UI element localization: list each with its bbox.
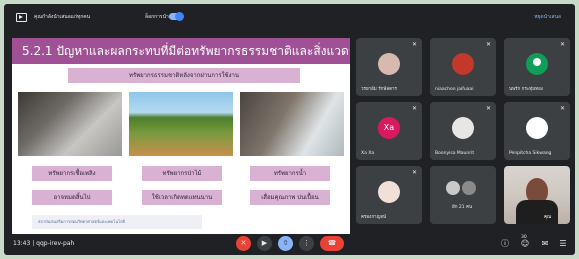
resource-label: ทรัพยากรป่าไม้ <box>142 166 222 181</box>
mic-off-icon[interactable]: ✕ <box>236 236 251 251</box>
slide-footer: สถาบันส่งเสริมการสอนวิทยาศาสตร์และเทคโนโ… <box>32 215 202 229</box>
lock-presentation-toggle[interactable] <box>169 12 184 21</box>
mic-off-icon: ✕ <box>486 41 492 48</box>
participant-tile[interactable]: ✕ นพรัก กระทุ่มทอง <box>504 38 570 96</box>
stop-presenting-button[interactable]: หยุดนำเสนอ <box>534 13 561 21</box>
present-icon[interactable]: ⇧ <box>278 236 293 251</box>
slide-title: 5.2.1 ปัญหาและผลกระทบที่มีต่อทรัพยากรธรร… <box>12 38 350 64</box>
presenting-label: คุณกำลังนำเสนอแก่ทุกคน <box>34 14 91 20</box>
call-controls-bar: 13:43 | qqp-irev-pah ✕ ▶ ⇧ ⋮ ☎ ⓘ 30 ☺ ✉ … <box>4 232 575 255</box>
participant-name: Penpitcha Sikwang <box>509 151 552 156</box>
mic-off-icon: ✕ <box>412 41 418 48</box>
avatar <box>452 117 474 139</box>
mic-off-icon: ✕ <box>560 41 566 48</box>
car-exhaust-photo <box>18 92 122 156</box>
camera-icon[interactable]: ▶ <box>257 236 272 251</box>
participant-name: Boonyisa Maunrit <box>435 151 475 156</box>
avatar: Xa <box>378 117 400 139</box>
avatar <box>452 53 474 75</box>
polluted-water-photo <box>240 92 344 156</box>
participant-name: Xa Xa <box>361 151 375 156</box>
self-video-body <box>516 200 558 224</box>
participant-name: วรยาอ้ม รักษ์ลดาร <box>361 87 397 92</box>
resource-effect: อาจหมดสิ้นไป <box>32 190 112 205</box>
deforested-hill-photo <box>129 92 233 156</box>
participant-tile[interactable]: ✕ niaachon jaifuaai <box>430 38 496 96</box>
avatar <box>462 181 476 195</box>
participant-name: ครองกาญจน์ <box>361 215 387 220</box>
mic-off-icon: ✕ <box>412 105 418 112</box>
resource-label: ทรัพยากรเชื้อเพลิง <box>32 166 112 181</box>
meeting-code: qqp-irev-pah <box>36 240 75 247</box>
participant-name: คุณ <box>544 215 552 220</box>
self-video-tile[interactable]: คุณ <box>504 166 570 224</box>
resource-effect: เสื่อมคุณภาพ ปนเปื้อน <box>250 190 330 205</box>
current-time: 13:43 <box>13 240 31 247</box>
shared-slide: 5.2.1 ปัญหาและผลกระทบที่มีต่อทรัพยากรธรร… <box>12 38 350 234</box>
meet-window: คุณกำลังนำเสนอแก่ทุกคน ล็อกการนำเสนอ หยุ… <box>4 4 575 255</box>
participant-tile[interactable]: อีก 21 คน <box>430 166 496 224</box>
more-participants-label: อีก 21 คน <box>452 205 473 210</box>
participant-tile[interactable]: ✕ ครองกาญจน์ <box>356 166 422 224</box>
people-icon[interactable]: ☺ <box>519 238 531 250</box>
mic-off-icon: ✕ <box>486 105 492 112</box>
presentation-bar: คุณกำลังนำเสนอแก่ทุกคน ล็อกการนำเสนอ หยุ… <box>4 4 575 32</box>
participant-tile[interactable]: ✕ Penpitcha Sikwang <box>504 102 570 160</box>
mic-off-icon: ✕ <box>560 105 566 112</box>
resource-label: ทรัพยากรน้ำ <box>250 166 330 181</box>
avatar <box>378 53 400 75</box>
meeting-info: 13:43 | qqp-irev-pah <box>13 240 74 247</box>
present-icon <box>16 13 27 22</box>
participant-tile[interactable]: ✕ Xa Xa Xa <box>356 102 422 160</box>
separator: | <box>32 240 35 247</box>
more-icon[interactable]: ⋮ <box>299 236 314 251</box>
avatar <box>378 181 400 203</box>
resource-effect: ใช้เวลาเกิดทดแทนนาน <box>142 190 222 205</box>
hangup-icon[interactable]: ☎ <box>320 236 344 251</box>
participant-name: นพรัก กระทุ่มทอง <box>509 87 543 92</box>
avatar <box>526 117 548 139</box>
participant-name: niaachon jaifuaai <box>435 87 474 92</box>
participant-tile[interactable]: ✕ วรยาอ้ม รักษ์ลดาร <box>356 38 422 96</box>
activities-icon[interactable]: ☰ <box>557 238 569 250</box>
person-icon <box>526 53 548 75</box>
participant-tile[interactable]: ✕ Boonyisa Maunrit <box>430 102 496 160</box>
chat-icon[interactable]: ✉ <box>539 238 551 250</box>
info-icon[interactable]: ⓘ <box>499 238 511 250</box>
slide-subtitle: ทรัพยากรธรรมชาติหลังจากผ่านการใช้งาน <box>68 68 300 83</box>
mic-off-icon: ✕ <box>412 169 418 176</box>
avatar <box>446 181 460 195</box>
